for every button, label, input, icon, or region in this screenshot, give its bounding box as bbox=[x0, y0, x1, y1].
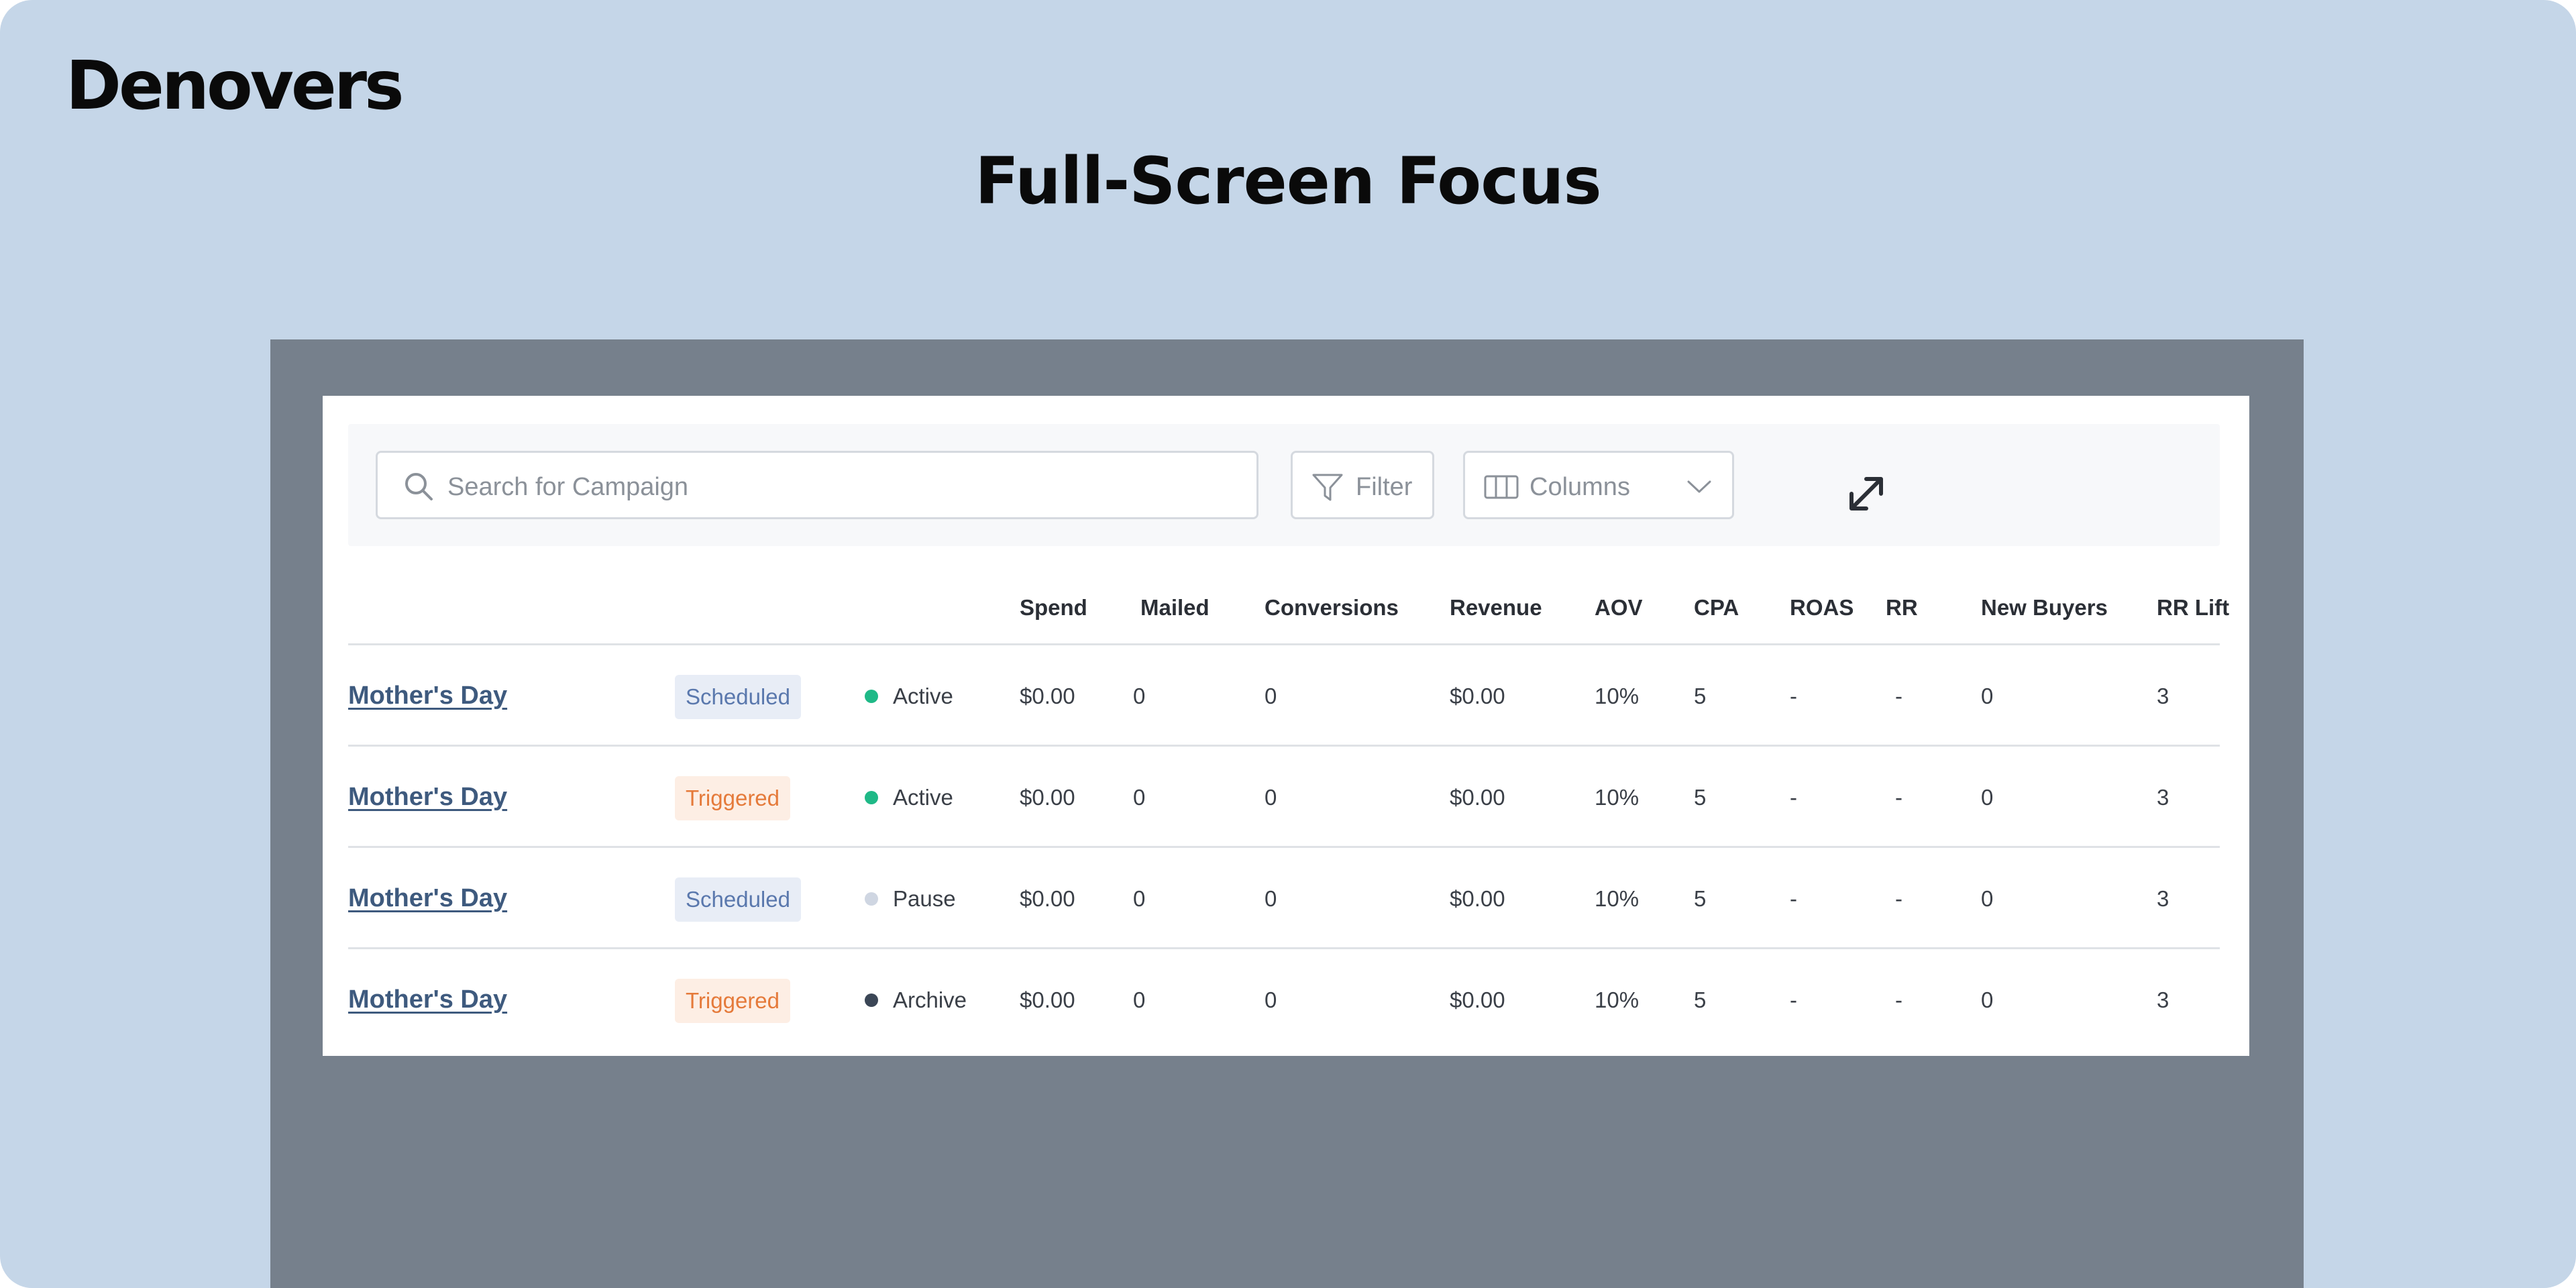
cell-revenue: $0.00 bbox=[1450, 987, 1505, 1012]
table-row: Mother's Day Triggered Archive $0.00 0 0… bbox=[348, 949, 2220, 1051]
cell-rr-lift: 3 bbox=[2157, 785, 2169, 810]
col-header-mailed[interactable]: Mailed bbox=[1140, 570, 1210, 645]
col-header-spend[interactable]: Spend bbox=[1020, 570, 1087, 645]
col-header-cpa[interactable]: CPA bbox=[1694, 570, 1739, 645]
type-badge: Triggered bbox=[675, 979, 791, 1023]
cell-cpa: 5 bbox=[1694, 684, 1707, 708]
type-badge: Triggered bbox=[675, 776, 791, 820]
cell-spend: $0.00 bbox=[1020, 684, 1075, 708]
campaign-name-link[interactable]: Mother's Day bbox=[348, 949, 507, 1051]
cell-aov: 10% bbox=[1595, 886, 1640, 911]
col-header-roas[interactable]: ROAS bbox=[1790, 570, 1854, 645]
cell-revenue: $0.00 bbox=[1450, 684, 1505, 708]
columns-label: Columns bbox=[1529, 473, 1630, 501]
table-row: Mother's Day Scheduled Active $0.00 0 0 … bbox=[348, 645, 2220, 747]
status-label: Pause bbox=[893, 886, 956, 911]
cell-new-buyers: 0 bbox=[1981, 886, 1994, 911]
cell-aov: 10% bbox=[1595, 785, 1640, 810]
filter-label: Filter bbox=[1356, 473, 1413, 501]
columns-icon bbox=[1484, 475, 1519, 499]
col-header-aov[interactable]: AOV bbox=[1595, 570, 1643, 645]
cell-rr-lift: 3 bbox=[2157, 886, 2169, 911]
col-header-revenue[interactable]: Revenue bbox=[1450, 570, 1542, 645]
filter-button[interactable]: Filter bbox=[1291, 451, 1434, 519]
cell-roas: - bbox=[1790, 684, 1797, 708]
campaign-name-link[interactable]: Mother's Day bbox=[348, 645, 507, 747]
status-label: Archive bbox=[893, 987, 967, 1012]
table-row: Mother's Day Triggered Active $0.00 0 0 … bbox=[348, 747, 2220, 848]
col-header-rr[interactable]: RR bbox=[1886, 570, 1918, 645]
cell-cpa: 5 bbox=[1694, 785, 1707, 810]
cell-roas: - bbox=[1790, 886, 1797, 911]
cell-revenue: $0.00 bbox=[1450, 886, 1505, 911]
cell-rr: - bbox=[1895, 684, 1902, 708]
type-badge: Scheduled bbox=[675, 675, 801, 719]
table-header: Spend Mailed Conversions Revenue AOV CPA… bbox=[348, 570, 2229, 645]
cell-mailed: 0 bbox=[1133, 886, 1146, 911]
cell-rr: - bbox=[1895, 987, 1902, 1012]
headline: Full-Screen Focus bbox=[975, 144, 1601, 219]
search-input[interactable]: Search for Campaign bbox=[376, 451, 1258, 519]
cell-conversions: 0 bbox=[1265, 987, 1277, 1012]
cell-spend: $0.00 bbox=[1020, 785, 1075, 810]
cell-mailed: 0 bbox=[1133, 684, 1146, 708]
chevron-down-icon bbox=[1687, 480, 1711, 493]
status-label: Active bbox=[893, 684, 953, 708]
expand-fullscreen-button[interactable] bbox=[1846, 474, 1886, 517]
cell-roas: - bbox=[1790, 987, 1797, 1012]
cell-conversions: 0 bbox=[1265, 886, 1277, 911]
cell-rr-lift: 3 bbox=[2157, 684, 2169, 708]
campaign-table-panel: Search for Campaign Filter Columns Spend… bbox=[323, 396, 2249, 1056]
type-badge: Scheduled bbox=[675, 877, 801, 922]
cell-new-buyers: 0 bbox=[1981, 684, 1994, 708]
cell-cpa: 5 bbox=[1694, 987, 1707, 1012]
expand-icon bbox=[1849, 477, 1883, 511]
cell-aov: 10% bbox=[1595, 987, 1640, 1012]
cell-rr-lift: 3 bbox=[2157, 987, 2169, 1012]
status-label: Active bbox=[893, 785, 953, 810]
cell-revenue: $0.00 bbox=[1450, 785, 1505, 810]
col-header-rr-lift[interactable]: RR Lift bbox=[2157, 570, 2229, 645]
cell-new-buyers: 0 bbox=[1981, 987, 1994, 1012]
cell-rr: - bbox=[1895, 785, 1902, 810]
table-row: Mother's Day Scheduled Pause $0.00 0 0 $… bbox=[348, 848, 2220, 949]
status-dot-active bbox=[865, 791, 878, 804]
status-dot-archive bbox=[865, 994, 878, 1007]
filter-icon bbox=[1312, 474, 1343, 501]
cell-spend: $0.00 bbox=[1020, 987, 1075, 1012]
col-header-new-buyers[interactable]: New Buyers bbox=[1981, 570, 2108, 645]
cell-aov: 10% bbox=[1595, 684, 1640, 708]
search-icon bbox=[405, 473, 433, 500]
campaign-name-link[interactable]: Mother's Day bbox=[348, 848, 507, 949]
cell-spend: $0.00 bbox=[1020, 886, 1075, 911]
search-placeholder: Search for Campaign bbox=[447, 473, 689, 501]
cell-new-buyers: 0 bbox=[1981, 785, 1994, 810]
cell-mailed: 0 bbox=[1133, 987, 1146, 1012]
status-dot-active bbox=[865, 690, 878, 703]
cell-conversions: 0 bbox=[1265, 785, 1277, 810]
brand-logo: Denovers bbox=[66, 46, 405, 125]
campaign-name-link[interactable]: Mother's Day bbox=[348, 747, 507, 848]
cell-roas: - bbox=[1790, 785, 1797, 810]
cell-mailed: 0 bbox=[1133, 785, 1146, 810]
table-toolbar: Search for Campaign Filter Columns bbox=[348, 424, 2220, 546]
cell-conversions: 0 bbox=[1265, 684, 1277, 708]
cell-cpa: 5 bbox=[1694, 886, 1707, 911]
columns-dropdown[interactable]: Columns bbox=[1463, 451, 1734, 519]
status-dot-pause bbox=[865, 892, 878, 906]
cell-rr: - bbox=[1895, 886, 1902, 911]
slide-canvas: Denovers Full-Screen Focus Search for Ca… bbox=[0, 0, 2576, 1288]
col-header-conversions[interactable]: Conversions bbox=[1265, 570, 1399, 645]
